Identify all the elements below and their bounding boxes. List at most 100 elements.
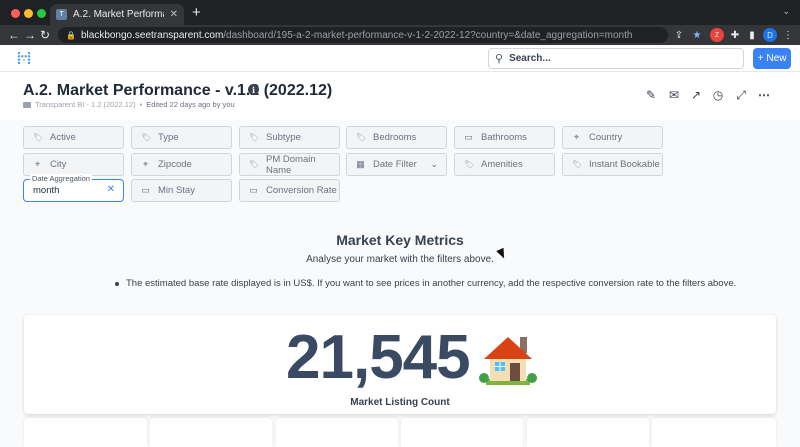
filter-amenities[interactable]: 🏷 Amenities bbox=[454, 153, 555, 176]
page-title: A.2. Market Performance - v.1.2 (2022.12… bbox=[23, 82, 333, 99]
section-title: Market Key Metrics bbox=[336, 232, 464, 248]
number-icon: ▭ bbox=[141, 185, 150, 195]
back-arrow-icon[interactable]: ← bbox=[8, 27, 20, 43]
new-button[interactable]: + New bbox=[753, 48, 791, 69]
browser-menu-icon[interactable]: ⋮ bbox=[781, 28, 795, 42]
currency-note: The estimated base rate displayed is in … bbox=[115, 278, 736, 289]
metabase-logo-icon[interactable] bbox=[17, 51, 31, 65]
filter-label: Type bbox=[158, 132, 179, 143]
browser-toolbar: ← → ↻ 🔒 blackbongo.seetransparent.com/da… bbox=[0, 25, 800, 45]
metric-card-small[interactable] bbox=[24, 418, 147, 447]
bullet-icon bbox=[115, 282, 119, 286]
tab-search-chevron-icon[interactable]: ⌄ bbox=[782, 6, 790, 17]
filter-date-filter[interactable]: ▦ Date Filter ⌄ bbox=[346, 153, 447, 176]
new-tab-icon[interactable]: + bbox=[192, 5, 201, 20]
clear-filter-icon[interactable]: ✕ bbox=[107, 184, 115, 195]
filter-label: PM Domain Name bbox=[266, 153, 316, 176]
forward-arrow-icon[interactable]: → bbox=[24, 27, 36, 43]
plus-icon: + bbox=[757, 53, 764, 64]
filter-label: City bbox=[50, 159, 67, 170]
share-icon[interactable]: ⇪ bbox=[672, 28, 686, 42]
new-button-label: New bbox=[766, 53, 787, 64]
filter-bathrooms[interactable]: ▭ Bathrooms bbox=[454, 126, 555, 149]
url-text: blackbongo.seetransparent.com/dashboard/… bbox=[80, 29, 633, 41]
lock-icon: 🔒 bbox=[66, 30, 76, 40]
collection-link[interactable]: Transparent BI - 1.2 (2022.12) bbox=[35, 100, 136, 109]
filter-type[interactable]: 🏷 Type bbox=[131, 126, 232, 149]
metric-card[interactable]: 21,545 Market Listing Count bbox=[24, 315, 776, 414]
filter-label: Subtype bbox=[266, 132, 301, 143]
tab-close-icon[interactable]: ✕ bbox=[170, 9, 178, 20]
search-input[interactable]: ⚲ Search... bbox=[488, 48, 744, 69]
extension-icon[interactable]: Z bbox=[710, 28, 724, 42]
info-icon[interactable]: i bbox=[248, 84, 259, 95]
filter-bedrooms[interactable]: 🏷 Bedrooms bbox=[346, 126, 447, 149]
date-aggregation-value: month bbox=[33, 185, 60, 196]
tag-icon: 🏷 bbox=[249, 133, 260, 142]
tag-icon: 🏷 bbox=[141, 133, 152, 142]
calendar-icon: ▦ bbox=[356, 159, 365, 169]
filter-subtype[interactable]: 🏷 Subtype bbox=[239, 126, 340, 149]
metric-card-small[interactable] bbox=[276, 418, 398, 447]
filter-label: Active bbox=[50, 132, 76, 143]
filter-label: Bedrooms bbox=[373, 132, 417, 143]
filter-conversion-rate[interactable]: ▭ Conversion Rate bbox=[239, 179, 340, 202]
address-bar[interactable]: 🔒 blackbongo.seetransparent.com/dashboar… bbox=[58, 27, 668, 43]
tab-title: A.2. Market Performance - v.1 bbox=[73, 9, 164, 20]
more-options-icon[interactable]: ⋯ bbox=[757, 88, 771, 102]
date-aggregation-legend: Date Aggregation bbox=[30, 174, 92, 183]
bookmark-star-icon[interactable]: ★ bbox=[690, 28, 704, 42]
metric-label: Market Listing Count bbox=[350, 397, 450, 408]
filter-min-stay[interactable]: ▭ Min Stay bbox=[131, 179, 232, 202]
metric-card-small[interactable] bbox=[527, 418, 649, 447]
filter-zipcode[interactable]: ⌖ Zipcode bbox=[131, 153, 232, 176]
house-icon bbox=[479, 337, 537, 385]
dashboard-header: A.2. Market Performance - v.1.2 (2022.12… bbox=[0, 72, 800, 120]
filter-label: Amenities bbox=[481, 159, 523, 170]
number-icon: ▭ bbox=[464, 132, 473, 142]
tag-icon: 🏷 bbox=[356, 133, 367, 142]
window-close-button[interactable] bbox=[11, 9, 20, 18]
location-icon: ⌖ bbox=[142, 159, 149, 169]
chevron-down-icon[interactable]: ⌄ bbox=[430, 159, 438, 170]
metric-value: 21,545 bbox=[286, 323, 471, 392]
profile-avatar[interactable]: D bbox=[763, 28, 777, 42]
search-placeholder: Search... bbox=[509, 53, 551, 64]
history-clock-icon[interactable]: ◷ bbox=[711, 88, 725, 102]
folder-icon bbox=[23, 101, 31, 108]
filter-active[interactable]: 🏷 Active bbox=[23, 126, 124, 149]
fullscreen-icon[interactable]: ⤢ bbox=[734, 88, 748, 102]
metric-card-small[interactable] bbox=[150, 418, 272, 447]
filter-label: Min Stay bbox=[158, 185, 195, 196]
window-minimize-button[interactable] bbox=[24, 9, 33, 18]
reload-icon[interactable]: ↻ bbox=[40, 27, 50, 43]
browser-tab[interactable]: T A.2. Market Performance - v.1 ✕ bbox=[50, 4, 184, 25]
number-icon: ▭ bbox=[249, 185, 258, 195]
metric-card-small[interactable] bbox=[652, 418, 776, 447]
filter-instant-bookable[interactable]: 🏷 Instant Bookable bbox=[562, 153, 663, 176]
section-subtitle: Analyse your market with the filters abo… bbox=[306, 254, 494, 265]
subscriptions-icon[interactable]: ✉ bbox=[667, 88, 681, 102]
side-panel-icon[interactable]: ▮ bbox=[745, 28, 759, 42]
filter-label: Instant Bookable bbox=[589, 159, 660, 170]
metric-card-small[interactable] bbox=[401, 418, 523, 447]
currency-note-text: The estimated base rate displayed is in … bbox=[126, 278, 737, 289]
filter-city[interactable]: ⌖ City bbox=[23, 153, 124, 176]
filter-label: Date Filter bbox=[373, 159, 417, 170]
browser-tab-bar: T A.2. Market Performance - v.1 ✕ + ⌄ bbox=[0, 0, 800, 25]
share-link-icon[interactable]: ↗ bbox=[689, 88, 703, 102]
edited-info[interactable]: Edited 22 days ago by you bbox=[146, 100, 234, 109]
tab-favicon-icon: T bbox=[56, 9, 67, 20]
filter-country[interactable]: ⌖ Country bbox=[562, 126, 663, 149]
separator: • bbox=[139, 100, 143, 109]
date-aggregation-filter[interactable]: Date Aggregation month ✕ bbox=[23, 174, 124, 202]
extensions-puzzle-icon[interactable]: ✚ bbox=[728, 28, 742, 42]
filter-label: Zipcode bbox=[158, 159, 192, 170]
edit-pencil-icon[interactable]: ✎ bbox=[644, 88, 658, 102]
filter-label: Country bbox=[589, 132, 623, 143]
window-maximize-button[interactable] bbox=[37, 9, 46, 18]
search-icon: ⚲ bbox=[495, 53, 504, 65]
filter-pm-domain-name[interactable]: 🏷 PM Domain Name bbox=[239, 153, 340, 176]
dashboard-meta: Transparent BI - 1.2 (2022.12) • Edited … bbox=[23, 100, 235, 109]
tag-icon: 🏷 bbox=[33, 133, 44, 142]
